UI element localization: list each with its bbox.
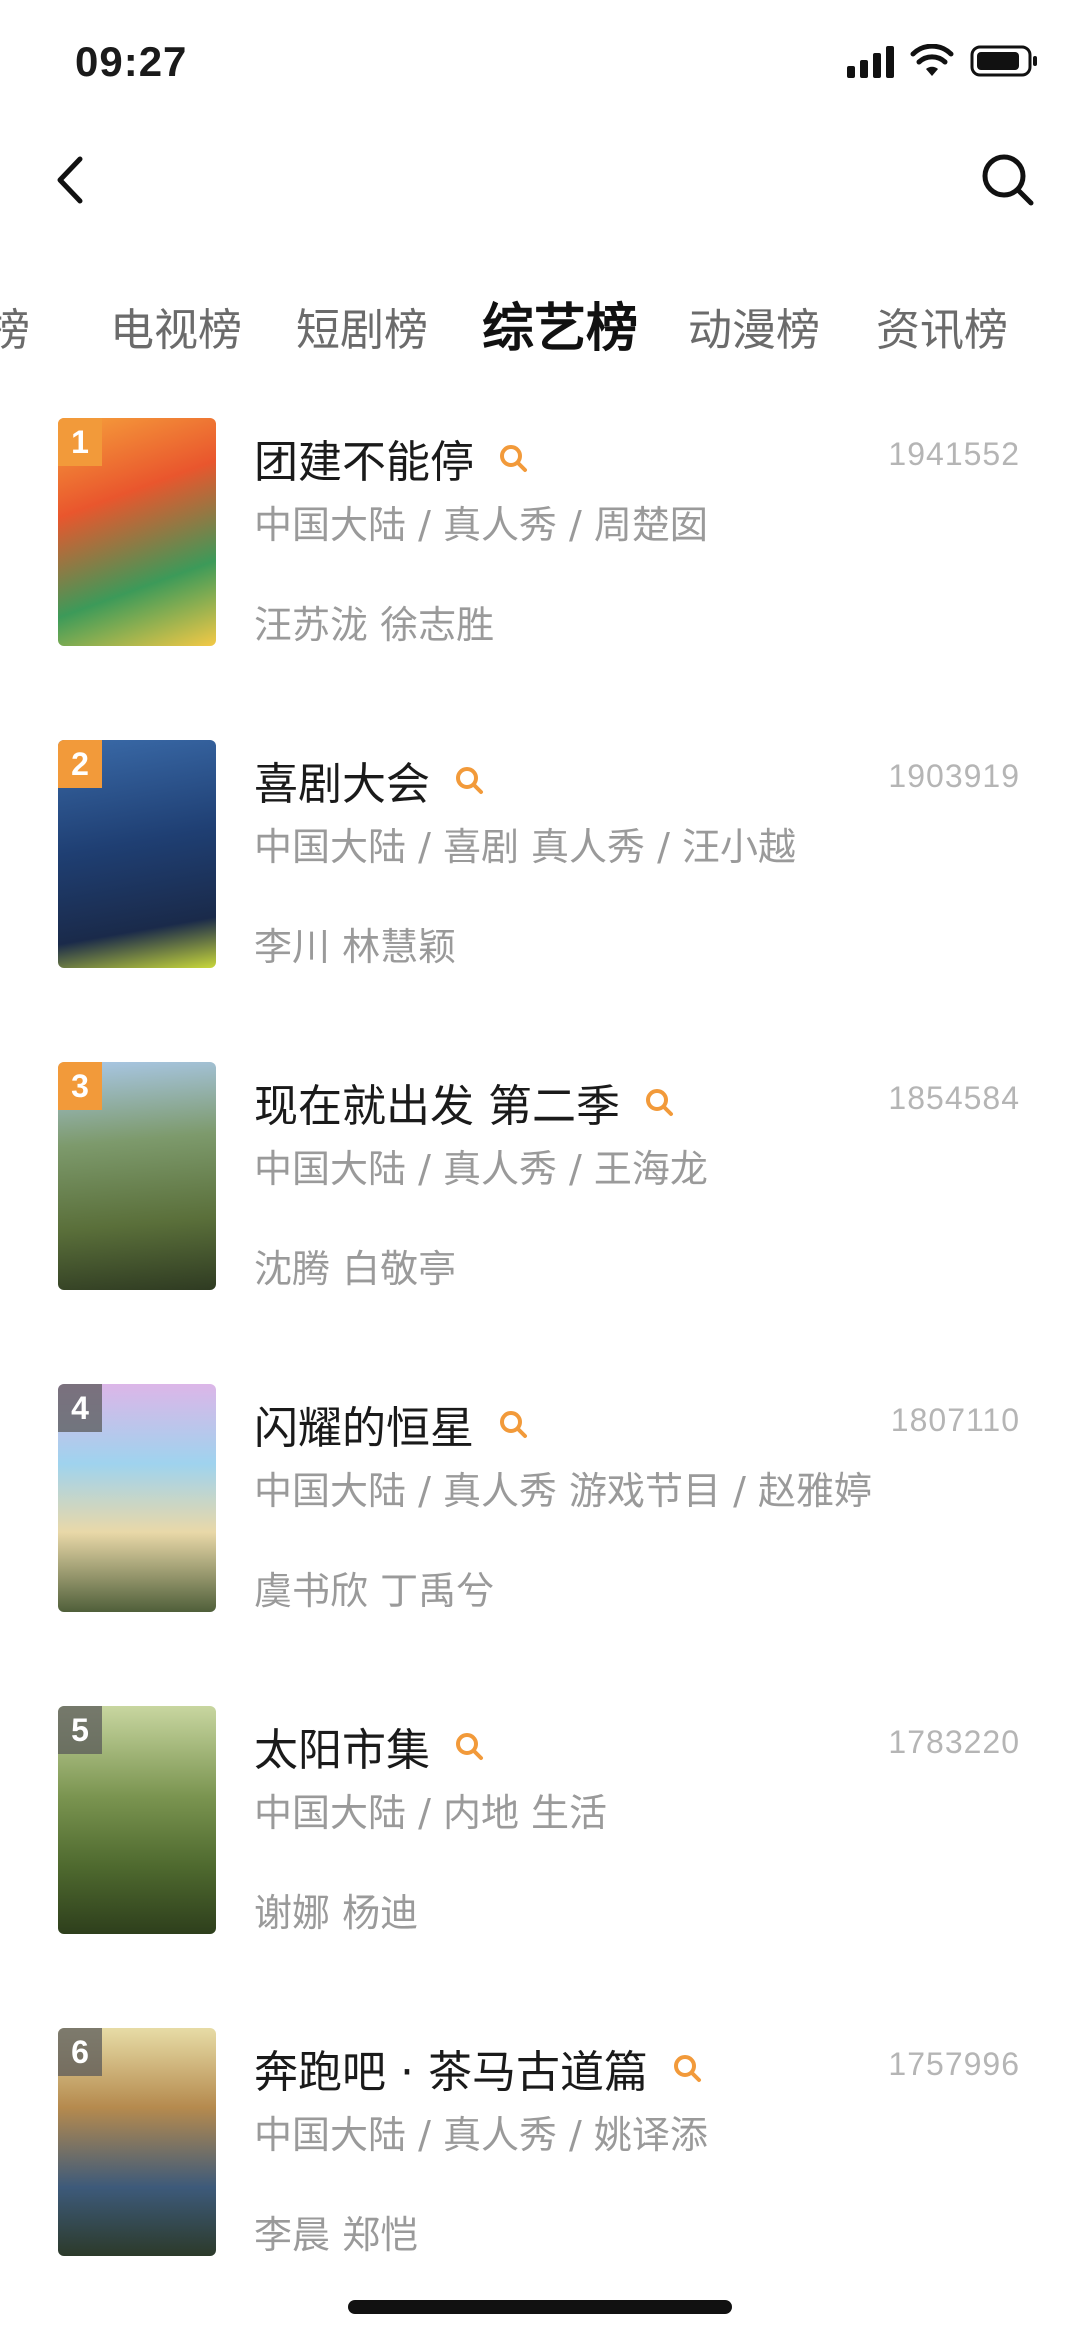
heat-score: 1903919 [888,758,1020,794]
item-title: 现在就出发 第二季 [254,1081,620,1132]
wifi-icon [910,44,954,78]
item-title: 奔跑吧 · 茶马古道篇 [254,2047,648,2098]
status-bar: 09:27 [0,0,1080,120]
rank-badge: 4 [58,1384,102,1432]
tab-tv[interactable]: 电视榜 [110,294,242,358]
status-time: 09:27 [75,38,188,85]
search-icon[interactable] [452,763,486,797]
search-icon [982,154,1034,206]
tab-partial[interactable]: 榜 [0,294,30,358]
list-item[interactable]: 1 团建不能停 1941552 中国大陆 / 真人秀 / 周楚囡 汪苏泷 徐志胜 [0,418,1080,738]
rank-badge: 5 [58,1706,102,1754]
item-cast: 李川 林慧颖 [254,925,457,969]
item-cast: 虞书欣 丁禹兮 [254,1569,495,1613]
poster-image: 3 [58,1062,216,1290]
poster-image: 4 [58,1384,216,1612]
title-row: 团建不能停 [254,426,530,490]
rank-badge: 1 [58,418,102,466]
item-title: 闪耀的恒星 [254,1403,474,1454]
item-meta: 中国大陆 / 真人秀 游戏节目 / 赵雅婷 [254,1469,873,1513]
rank-badge: 3 [58,1062,102,1110]
list-item[interactable]: 5 太阳市集 1783220 中国大陆 / 内地 生活 谢娜 杨迪 [0,1706,1080,2026]
nav-bar [0,130,1080,230]
item-meta: 中国大陆 / 真人秀 / 姚译添 [254,2113,708,2157]
back-button[interactable] [40,150,100,210]
item-meta: 中国大陆 / 内地 生活 [254,1791,608,1835]
title-row: 太阳市集 [254,1714,486,1778]
title-row: 奔跑吧 · 茶马古道篇 [254,2036,704,2100]
signal-icon [847,44,894,78]
search-icon[interactable] [642,1085,676,1119]
tab-short-drama[interactable]: 短剧榜 [296,294,428,358]
tab-anime[interactable]: 动漫榜 [688,294,820,358]
tab-news[interactable]: 资讯榜 [876,294,1008,358]
poster-image: 6 [58,2028,216,2256]
search-icon[interactable] [496,1407,530,1441]
search-icon[interactable] [670,2051,704,2085]
poster-image: 5 [58,1706,216,1934]
list-item[interactable]: 4 闪耀的恒星 1807110 中国大陆 / 真人秀 游戏节目 / 赵雅婷 虞书… [0,1384,1080,1704]
heat-score: 1941552 [888,436,1020,472]
item-cast: 沈腾 白敬亭 [254,1247,457,1291]
home-indicator[interactable] [348,2300,732,2314]
heat-score: 1854584 [888,1080,1020,1116]
title-row: 闪耀的恒星 [254,1392,530,1456]
heat-score: 1783220 [888,1724,1020,1760]
item-cast: 汪苏泷 徐志胜 [254,603,495,647]
list-item[interactable]: 3 现在就出发 第二季 1854584 中国大陆 / 真人秀 / 王海龙 沈腾 … [0,1062,1080,1382]
item-cast: 谢娜 杨迪 [254,1891,419,1935]
title-row: 喜剧大会 [254,748,486,812]
list-item[interactable]: 2 喜剧大会 1903919 中国大陆 / 喜剧 真人秀 / 汪小越 李川 林慧… [0,740,1080,1060]
rank-badge: 6 [58,2028,102,2076]
search-button[interactable] [976,148,1040,212]
item-cast: 李晨 郑恺 [254,2213,419,2257]
chevron-left-icon [57,156,83,204]
battery-icon [970,44,1040,78]
poster-image: 1 [58,418,216,646]
category-tabs: 榜 电视榜 短剧榜 综艺榜 动漫榜 资讯榜 [0,280,1080,370]
rank-badge: 2 [58,740,102,788]
item-title: 喜剧大会 [254,759,430,810]
status-icons [847,44,1040,78]
item-meta: 中国大陆 / 喜剧 真人秀 / 汪小越 [254,825,797,869]
item-title: 团建不能停 [254,437,474,488]
heat-score: 1757996 [888,2046,1020,2082]
poster-image: 2 [58,740,216,968]
item-meta: 中国大陆 / 真人秀 / 周楚囡 [254,503,708,547]
search-icon[interactable] [496,441,530,475]
item-title: 太阳市集 [254,1725,430,1776]
item-meta: 中国大陆 / 真人秀 / 王海龙 [254,1147,708,1191]
heat-score: 1807110 [890,1402,1020,1438]
search-icon[interactable] [452,1729,486,1763]
title-row: 现在就出发 第二季 [254,1070,676,1134]
tab-variety[interactable]: 综艺榜 [482,286,638,361]
